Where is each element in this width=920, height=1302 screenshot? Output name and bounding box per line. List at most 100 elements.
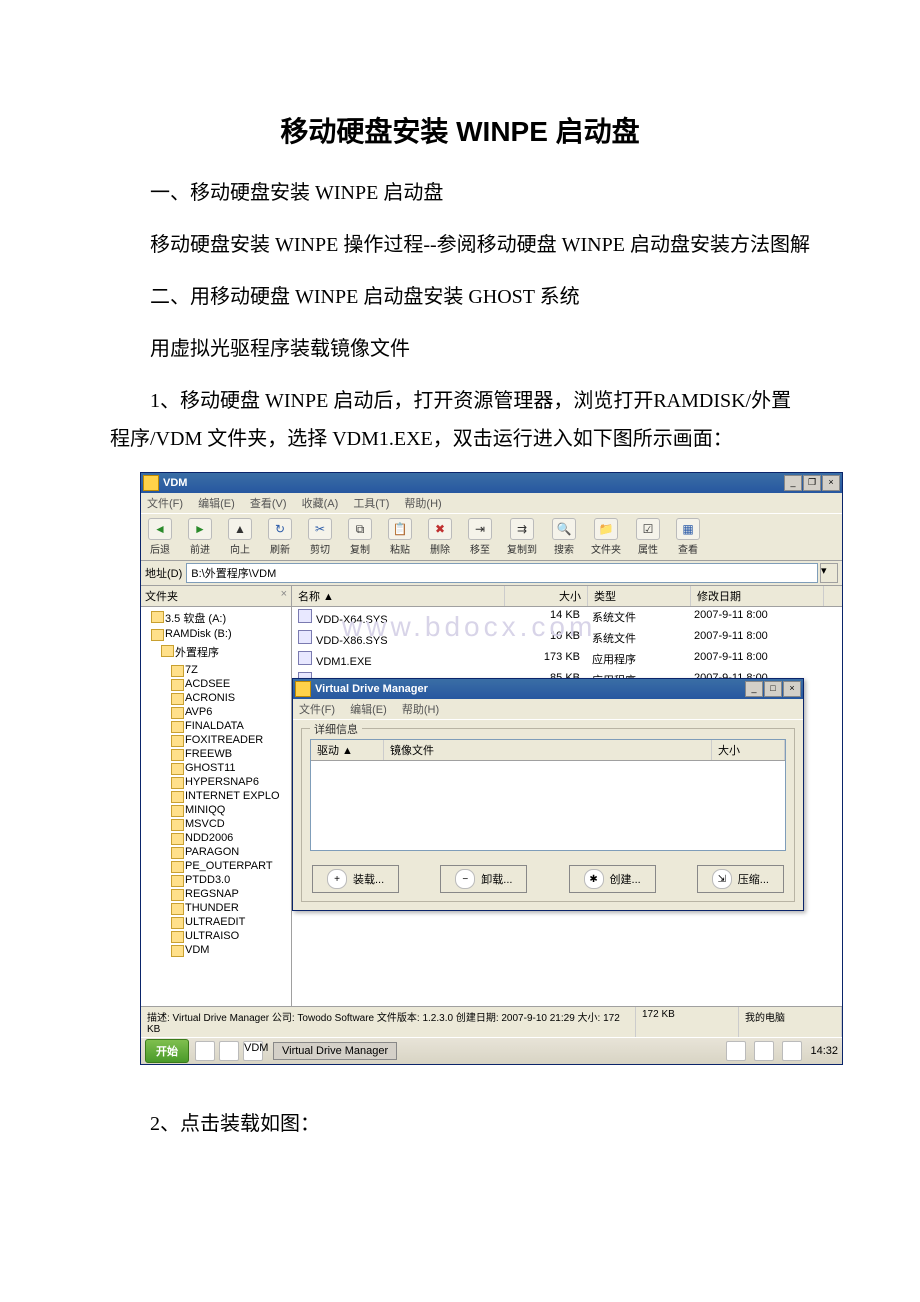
delete-button[interactable]: ✖删除 <box>427 518 453 556</box>
tree-item[interactable]: FREEWB <box>171 747 291 761</box>
views-button[interactable]: ▦查看 <box>675 518 701 556</box>
minimize-button[interactable]: _ <box>745 681 763 697</box>
plus-icon: + <box>327 869 347 889</box>
tree-item[interactable]: PE_OUTERPART <box>171 859 291 873</box>
back-button[interactable]: ◄后退 <box>147 518 173 556</box>
section-2-heading: 二、用移动硬盘 WINPE 启动盘安装 GHOST 系统 <box>110 278 810 316</box>
group-label: 详细信息 <box>310 721 362 737</box>
window-title: Virtual Drive Manager <box>315 683 745 695</box>
up-button[interactable]: ▲向上 <box>227 518 253 556</box>
clock: 14:32 <box>810 1045 838 1057</box>
status-description: 描述: Virtual Drive Manager 公司: Towodo Sof… <box>141 1007 636 1037</box>
address-label: 地址(D) <box>145 565 182 581</box>
file-row[interactable]: VDM1.EXE173 KB应用程序2007-9-11 8:00 <box>292 649 842 670</box>
tree-item[interactable]: FOXITREADER <box>171 733 291 747</box>
tree-item[interactable]: ACDSEE <box>171 677 291 691</box>
menu-file[interactable]: 文件(F) <box>147 498 183 510</box>
search-button[interactable]: 🔍搜索 <box>551 518 577 556</box>
moveto-button[interactable]: ⇥移至 <box>467 518 493 556</box>
mount-button[interactable]: +装载... <box>312 865 399 893</box>
folders-button[interactable]: 📁文件夹 <box>591 518 621 556</box>
maximize-button[interactable]: □ <box>764 681 782 697</box>
tray-icon[interactable] <box>754 1041 774 1061</box>
tree-item[interactable]: 3.5 软盘 (A:) <box>151 609 291 627</box>
paragraph: 1、移动硬盘 WINPE 启动后，打开资源管理器，浏览打开RAMDISK/外置程… <box>110 382 810 458</box>
section-1-heading: 一、移动硬盘安装 WINPE 启动盘 <box>110 174 810 212</box>
menu-help[interactable]: 帮助(H) <box>404 498 441 510</box>
quicklaunch-icon[interactable]: VDM <box>243 1041 263 1061</box>
exe-icon <box>298 651 312 665</box>
quicklaunch-icon[interactable] <box>219 1041 239 1061</box>
copy-button[interactable]: ⧉复制 <box>347 518 373 556</box>
start-button[interactable]: 开始 <box>145 1039 189 1063</box>
tree-item[interactable]: ULTRAISO <box>171 929 291 943</box>
unmount-button[interactable]: −卸载... <box>440 865 527 893</box>
toolbar: ◄后退 ►前进 ▲向上 ↻刷新 ✂剪切 ⧉复制 📋粘贴 ✖删除 ⇥移至 ⇉复制到… <box>141 514 842 561</box>
paste-button[interactable]: 📋粘贴 <box>387 518 413 556</box>
col-type[interactable]: 类型 <box>588 586 691 606</box>
quicklaunch-icon[interactable] <box>195 1041 215 1061</box>
col-date[interactable]: 修改日期 <box>691 586 824 606</box>
tree-item[interactable]: REGSNAP <box>171 887 291 901</box>
tree-item[interactable]: RAMDisk (B:) <box>151 627 291 641</box>
menu-view[interactable]: 查看(V) <box>250 498 287 510</box>
status-location: 我的电脑 <box>739 1007 842 1037</box>
tree-item[interactable]: VDM <box>171 943 291 957</box>
tree-item[interactable]: MSVCD <box>171 817 291 831</box>
file-list: www.bdocx.com 名称 ▲ 大小 类型 修改日期 VDD-X64.SY… <box>292 586 842 1006</box>
tree-item[interactable]: ULTRAEDIT <box>171 915 291 929</box>
explorer-window: VDM _ ❐ × 文件(F) 编辑(E) 查看(V) 收藏(A) 工具(T) … <box>140 472 843 1065</box>
tree-item[interactable]: THUNDER <box>171 901 291 915</box>
close-button[interactable]: × <box>822 475 840 491</box>
tree-item[interactable]: PARAGON <box>171 845 291 859</box>
create-button[interactable]: ✱创建... <box>569 865 656 893</box>
copyto-button[interactable]: ⇉复制到 <box>507 518 537 556</box>
maximize-button[interactable]: ❐ <box>803 475 821 491</box>
tree-item[interactable]: 外置程序 <box>161 643 291 661</box>
address-input[interactable] <box>186 563 818 583</box>
taskbar-task[interactable]: Virtual Drive Manager <box>273 1042 397 1060</box>
drive-list[interactable]: 驱动 ▲ 镜像文件 大小 <box>310 739 786 851</box>
cut-button[interactable]: ✂剪切 <box>307 518 333 556</box>
minimize-button[interactable]: _ <box>784 475 802 491</box>
titlebar: VDM _ ❐ × <box>141 473 842 493</box>
compress-button[interactable]: ⇲压缩... <box>697 865 784 893</box>
menu-edit[interactable]: 编辑(E) <box>198 498 235 510</box>
tree-item[interactable]: AVP6 <box>171 705 291 719</box>
page-title: 移动硬盘安装 WINPE 启动盘 <box>110 110 810 150</box>
properties-button[interactable]: ☑属性 <box>635 518 661 556</box>
tray-icon[interactable] <box>726 1041 746 1061</box>
refresh-button[interactable]: ↻刷新 <box>267 518 293 556</box>
address-bar: 地址(D) ▾ <box>141 561 842 586</box>
menu-edit[interactable]: 编辑(E) <box>350 704 387 716</box>
menu-file[interactable]: 文件(F) <box>299 704 335 716</box>
close-button[interactable]: × <box>783 681 801 697</box>
tree-item[interactable]: ACRONIS <box>171 691 291 705</box>
forward-button[interactable]: ►前进 <box>187 518 213 556</box>
tree-item[interactable]: FINALDATA <box>171 719 291 733</box>
col-size[interactable]: 大小 <box>712 740 785 760</box>
file-icon <box>298 630 312 644</box>
col-name[interactable]: 名称 ▲ <box>292 586 505 606</box>
col-size[interactable]: 大小 <box>505 586 588 606</box>
tree-item[interactable]: HYPERSNAP6 <box>171 775 291 789</box>
go-button[interactable]: ▾ <box>820 563 838 583</box>
tree-item[interactable]: GHOST11 <box>171 761 291 775</box>
col-image[interactable]: 镜像文件 <box>384 740 712 760</box>
detail-group: 详细信息 驱动 ▲ 镜像文件 大小 +装载... −卸载... <box>301 728 795 902</box>
status-size: 172 KB <box>636 1007 739 1037</box>
file-row[interactable]: VDD-X64.SYS14 KB系统文件2007-9-11 8:00 <box>292 607 842 628</box>
tree-item[interactable]: MINIQQ <box>171 803 291 817</box>
tree-item[interactable]: PTDD3.0 <box>171 873 291 887</box>
tree-close-button[interactable]: × <box>281 588 287 604</box>
tree-item[interactable]: NDD2006 <box>171 831 291 845</box>
tree-item[interactable]: 7Z <box>171 663 291 677</box>
tray-icon[interactable] <box>782 1041 802 1061</box>
col-drive[interactable]: 驱动 ▲ <box>311 740 384 760</box>
menu-tools[interactable]: 工具(T) <box>353 498 389 510</box>
file-row[interactable]: VDD-X86.SYS10 KB系统文件2007-9-11 8:00 <box>292 628 842 649</box>
paragraph: 用虚拟光驱程序装载镜像文件 <box>110 330 810 368</box>
tree-item[interactable]: INTERNET EXPLO <box>171 789 291 803</box>
menu-favorites[interactable]: 收藏(A) <box>302 498 339 510</box>
menu-help[interactable]: 帮助(H) <box>402 704 439 716</box>
